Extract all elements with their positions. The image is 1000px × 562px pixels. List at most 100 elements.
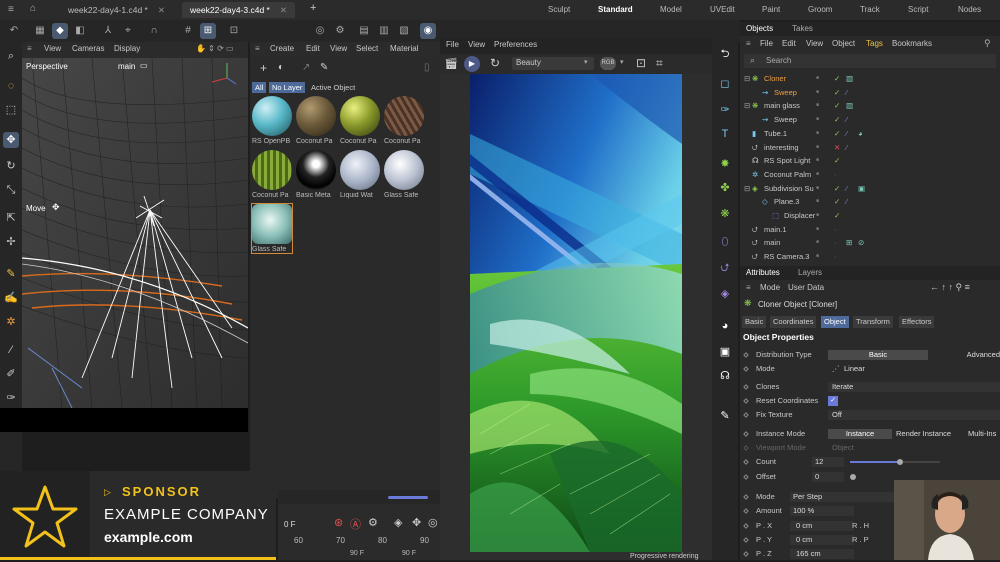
material-item[interactable]: Coconut Pa: [384, 96, 424, 145]
keyframe-settings-icon[interactable]: ⚙: [368, 516, 378, 529]
object-search[interactable]: ⌕ Search: [744, 54, 996, 68]
enabled-check-icon[interactable]: ✓: [834, 86, 840, 100]
instance-mode-multi[interactable]: Multi-Ins: [968, 429, 996, 439]
grid-icon[interactable]: #: [180, 23, 196, 39]
material-menu-view[interactable]: View: [330, 44, 347, 53]
deformer-icon[interactable]: ⬯: [717, 234, 733, 250]
objects-menu-bookmarks[interactable]: Bookmarks: [892, 39, 932, 48]
object-row[interactable]: ✲ Coconut Palm ■ ·: [740, 168, 1000, 182]
amount-input[interactable]: 100 %: [790, 506, 854, 516]
pen-spline-icon[interactable]: ✑: [717, 102, 733, 118]
fix-texture-select[interactable]: Off: [828, 410, 1000, 420]
key-move-icon[interactable]: ✥: [412, 516, 421, 529]
enabled-check-icon[interactable]: ✓: [834, 154, 840, 168]
menu-icon[interactable]: ≡: [8, 4, 14, 15]
visibility-toggle[interactable]: ■: [816, 86, 819, 100]
object-row[interactable]: ◈ ⊟ Subdivision Su ■ ✓ ⁄ ▣: [740, 182, 1000, 196]
material-tag-icon[interactable]: ⁄: [846, 141, 847, 155]
render-view-icon[interactable]: ▤: [356, 23, 372, 39]
layout-sculpt[interactable]: Sculpt: [544, 3, 574, 17]
object-row[interactable]: ❋ ⊟ main glass ■ ✓ ▧: [740, 99, 1000, 113]
render-settings-icon[interactable]: ⚙: [332, 23, 348, 39]
subtab-object[interactable]: Object: [821, 316, 849, 328]
preview-end-frame[interactable]: 90 F: [402, 550, 416, 557]
render-region-icon[interactable]: ▥: [376, 23, 392, 39]
mograph-icon[interactable]: ✤: [717, 180, 733, 196]
material-ball-icon[interactable]: ◐: [278, 62, 284, 73]
rotate-icon[interactable]: ↻: [3, 158, 19, 174]
text-icon[interactable]: T: [717, 126, 733, 142]
material-tag-icon[interactable]: ▧: [846, 99, 853, 113]
distribution-basic-button[interactable]: Basic: [828, 350, 928, 360]
attr-menu-mode[interactable]: Mode: [760, 283, 780, 292]
clones-select[interactable]: Iterate: [828, 382, 1000, 392]
render-image[interactable]: [470, 74, 682, 552]
layout-nodes[interactable]: Nodes: [954, 3, 985, 17]
enabled-check-icon[interactable]: ·: [834, 236, 837, 250]
visibility-toggle[interactable]: ■: [816, 223, 819, 237]
apply-icon[interactable]: ↗: [302, 62, 310, 73]
enabled-check-icon[interactable]: ✓: [834, 195, 840, 209]
menu-icon[interactable]: ≡: [746, 283, 751, 292]
render-queue-icon[interactable]: ▧: [396, 23, 412, 39]
workplane-icon[interactable]: ⊞: [200, 23, 216, 39]
material-tag-icon[interactable]: ⁄: [846, 113, 847, 127]
transform-icon[interactable]: ✢: [3, 234, 19, 250]
step-mode-select[interactable]: Per Step: [790, 492, 894, 502]
layout-groom[interactable]: Groom: [804, 3, 836, 17]
spline-pen-icon[interactable]: ✎: [3, 266, 19, 282]
objects-menu-file[interactable]: File: [760, 39, 773, 48]
layout-script[interactable]: Script: [904, 3, 932, 17]
cloner-icon[interactable]: ❋: [717, 206, 733, 222]
deformer-icon[interactable]: ✲: [3, 314, 19, 330]
sponsor-url[interactable]: example.com: [104, 529, 193, 545]
enabled-check-icon[interactable]: ✓: [834, 127, 840, 141]
visibility-toggle[interactable]: ■: [816, 209, 819, 223]
subtab-effectors[interactable]: Effectors: [899, 316, 935, 328]
record-icon[interactable]: ⊛: [334, 516, 343, 529]
material-item[interactable]: Glass Safe: [384, 150, 424, 199]
material-tag-icon[interactable]: ⁄: [846, 182, 847, 196]
material-tag-icon[interactable]: ⊞: [846, 236, 852, 250]
material-item[interactable]: RS OpenPB: [252, 96, 292, 145]
position-z-input[interactable]: 165 cm: [790, 549, 854, 559]
redshift-icon[interactable]: ◎: [312, 23, 328, 39]
object-row[interactable]: ▮ Tube.1 ■ ✓ ⁄ ◕: [740, 127, 1000, 141]
undo-icon[interactable]: ↶: [6, 23, 22, 39]
object-row[interactable]: ⮍ interesting ■ ✕ ⁄: [740, 141, 1000, 155]
model-mode-icon[interactable]: ▦: [32, 23, 48, 39]
camera-icon[interactable]: ▭: [140, 61, 148, 70]
material-menu-material[interactable]: Material: [390, 44, 418, 53]
layout-standard[interactable]: Standard: [594, 3, 637, 17]
render-menu-view[interactable]: View: [468, 40, 485, 49]
position-x-input[interactable]: 0 cm: [790, 521, 854, 531]
crop-icon[interactable]: ⌗: [656, 56, 663, 71]
layout-model[interactable]: Model: [656, 3, 686, 17]
object-row[interactable]: ⬚ Displacer ■ ✓: [740, 209, 1000, 223]
enabled-check-icon[interactable]: ✓: [834, 209, 840, 223]
material-item-selected[interactable]: Glass Safe: [251, 203, 293, 254]
expand-icon[interactable]: ⊟: [744, 72, 750, 86]
material-tag-icon[interactable]: ⊘: [858, 236, 864, 250]
redshift-rv-icon[interactable]: ◉: [420, 23, 436, 39]
enabled-check-icon[interactable]: ✓: [834, 182, 840, 196]
material-tag-icon[interactable]: ▧: [846, 72, 853, 86]
key-rotate-icon[interactable]: ◎: [428, 516, 438, 529]
undo-arrow-icon[interactable]: ⮌: [717, 46, 733, 62]
enabled-check-icon[interactable]: ✓: [834, 72, 840, 86]
eyedropper-icon[interactable]: ✎: [320, 62, 328, 73]
menu-icon[interactable]: ≡: [255, 44, 260, 53]
object-row[interactable]: ⮍ RS Camera.3 ■ ·: [740, 250, 1000, 264]
objects-menu-edit[interactable]: Edit: [782, 39, 796, 48]
region-icon[interactable]: ⊡: [636, 56, 646, 70]
key-icon[interactable]: ◈: [394, 516, 402, 529]
live-select-icon[interactable]: ◌: [3, 78, 19, 94]
layout-uvedit[interactable]: UVEdit: [706, 3, 739, 17]
filter-active-object[interactable]: Active Object: [308, 82, 358, 93]
field-icon[interactable]: ⮍: [717, 260, 733, 276]
visibility-toggle[interactable]: ■: [816, 113, 819, 127]
layout-track[interactable]: Track: [856, 3, 884, 17]
objects-menu-object[interactable]: Object: [832, 39, 855, 48]
current-frame[interactable]: 0 F: [284, 520, 296, 529]
camera-icon[interactable]: ▣: [717, 344, 733, 360]
